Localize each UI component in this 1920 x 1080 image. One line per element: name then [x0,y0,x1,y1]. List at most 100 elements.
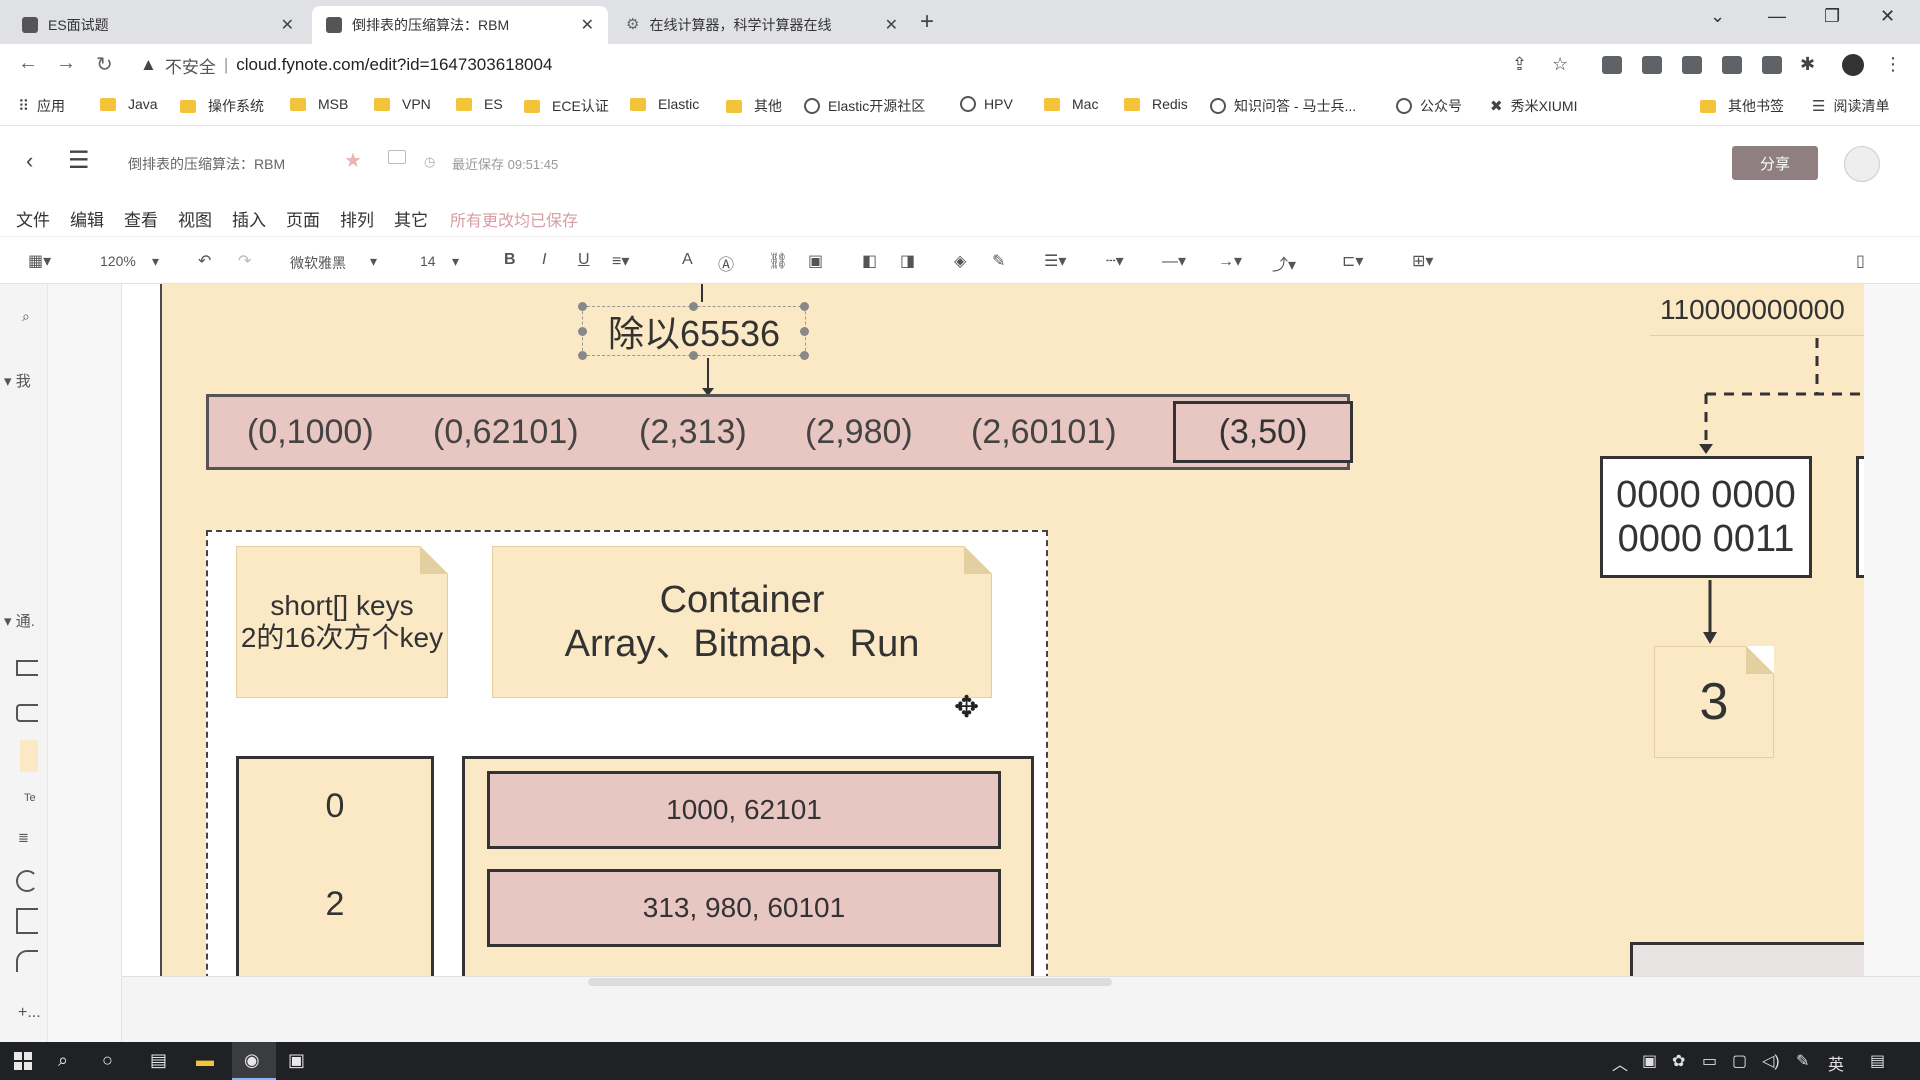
keys-note[interactable]: short[] keys 2的16次方个key [236,546,448,698]
search-icon[interactable]: ⌕ [22,308,30,325]
search-icon[interactable]: ⌕ [58,1050,68,1071]
heading-shape-icon[interactable]: ≣ [18,830,29,846]
send-back-icon[interactable]: ◨ [900,251,915,271]
back-arrow-icon[interactable]: ‹ [26,148,33,174]
minimize-button[interactable]: — [1768,6,1786,27]
align-icon[interactable]: ≡▾ [612,251,629,271]
bookmark-link[interactable]: Elastic开源社区 [804,96,925,116]
arrow-style-icon[interactable]: →▾ [1218,251,1242,271]
reload-icon[interactable]: ↻ [96,52,113,77]
network-icon[interactable]: ▢ [1732,1051,1747,1071]
folder-icon[interactable] [388,150,406,164]
resize-handle[interactable] [578,351,587,360]
extension-icon[interactable] [1682,56,1702,74]
chevron-down-icon[interactable]: ▾ [152,253,159,270]
resize-handle[interactable] [578,302,587,311]
bookmark-link[interactable]: 知识问答 - 马士兵... [1210,96,1356,116]
puzzle-icon[interactable]: ✱ [1800,54,1820,74]
binary-box[interactable]: 0000 0000 0000 0011 [1600,456,1812,578]
chevron-down-icon[interactable]: ▾ [452,253,459,270]
volume-icon[interactable]: ◁) [1762,1051,1780,1071]
close-window-button[interactable]: ✕ [1880,6,1895,27]
avatar[interactable] [1844,146,1880,182]
partial-box[interactable] [1856,456,1864,578]
bookmark-folder[interactable]: ES [456,96,503,112]
bring-front-icon[interactable]: ◧ [862,251,877,271]
container-values[interactable]: 1000, 62101 [487,771,1001,849]
resize-handle[interactable] [800,351,809,360]
link-icon[interactable]: ⛓ [768,251,788,271]
key-pairs-row[interactable]: (0,1000) (0,62101) (2,313) (2,980) (2,60… [206,394,1353,470]
section-mine[interactable]: ▾ 我 [4,370,31,391]
menu-file[interactable]: 文件 [16,206,50,231]
tray-icon[interactable]: ✿ [1672,1051,1685,1071]
bold-icon[interactable]: B [504,251,516,269]
windows-start-icon[interactable] [14,1052,32,1070]
line-type-icon[interactable]: —▾ [1162,251,1186,271]
bookmark-link[interactable]: HPV [960,96,1013,112]
section-general[interactable]: ▾ 通. [4,610,35,631]
bookmark-star-icon[interactable]: ☆ [1552,54,1572,74]
battery-icon[interactable]: ▭ [1702,1051,1717,1071]
fill-color-icon[interactable]: ◈ [954,251,966,271]
connector-icon[interactable]: ⤴▾ [1272,251,1296,275]
bookmark-folder[interactable]: ECE认证 [524,96,609,116]
rounded-rect-shape-icon[interactable] [16,704,38,722]
close-icon[interactable]: ✕ [885,15,898,35]
task-view-icon[interactable]: ○ [102,1050,113,1071]
hamburger-menu-icon[interactable]: ☰ [68,146,90,175]
zoom-select[interactable]: 120% [100,253,136,269]
more-icon[interactable]: ⋮ [1884,54,1904,74]
container-values[interactable]: 313, 980, 60101 [487,869,1001,947]
close-icon[interactable]: ✕ [581,15,594,35]
bookmark-folder[interactable]: MSB [290,96,348,112]
font-size-select[interactable]: 14 [420,253,436,269]
share-page-icon[interactable]: ⇪ [1512,54,1532,74]
new-tab-button[interactable]: + [920,8,934,36]
result-note[interactable]: 3 [1654,646,1774,758]
square-shape-icon[interactable] [16,908,38,934]
notification-icon[interactable]: ▤ [1870,1051,1885,1071]
app-icon[interactable]: ▤ [150,1050,167,1071]
layout-panel-icon[interactable]: ▦▾ [28,251,51,271]
arc-shape-icon[interactable] [16,950,38,972]
share-button[interactable]: 分享 [1732,146,1818,180]
more-shapes-button[interactable]: +... [18,1004,41,1022]
diagram-canvas[interactable]: 除以65536 (0,1000) (0,62101) (2,313) (2,98… [160,284,1864,976]
document-title[interactable]: 倒排表的压缩算法：RBM [128,154,285,174]
reading-list[interactable]: ☰ 阅读清单 [1812,96,1889,116]
redo-icon[interactable]: ↷ [238,251,251,271]
extension-icon[interactable] [1602,56,1622,74]
resize-handle[interactable] [689,351,698,360]
extension-icon[interactable] [1642,56,1662,74]
menu-other[interactable]: 其它 [394,206,428,231]
binary-number-note[interactable]: 110000000000 [1650,284,1864,336]
tab-rbm[interactable]: 倒排表的压缩算法：RBM ✕ [312,6,608,44]
bookmark-folder[interactable]: VPN [374,96,431,112]
url-field[interactable]: ▲ 不安全 | cloud.fynote.com/edit?id=1647303… [140,50,1510,80]
image-icon[interactable]: ▣ [808,251,823,271]
rectangle-shape-icon[interactable] [16,660,38,676]
menu-arrange[interactable]: 排列 [340,206,374,231]
container-note[interactable]: Container Array、Bitmap、Run [492,546,992,698]
line-color-icon[interactable]: ✎ [992,251,1005,271]
pen-icon[interactable]: ✎ [1796,1051,1809,1071]
bookmark-folder[interactable]: Redis [1124,96,1188,112]
file-explorer-icon[interactable]: ▬ [196,1050,214,1071]
note-shape-icon[interactable] [20,740,38,772]
resize-handle[interactable] [800,302,809,311]
bookmark-link[interactable]: ✖ 秀米XIUMI [1490,96,1577,116]
star-icon[interactable]: ★ [344,148,362,173]
forward-icon[interactable]: → [56,52,76,75]
font-family-select[interactable]: 微软雅黑 [290,253,346,273]
underline-icon[interactable]: U [578,251,590,269]
pair-item-highlight[interactable]: (3,50) [1173,401,1353,463]
text-background-icon[interactable]: Ⓐ [718,251,734,275]
undo-icon[interactable]: ↶ [198,251,211,271]
resize-handle[interactable] [689,302,698,311]
resize-handle[interactable] [578,327,587,336]
keys-column[interactable]: 0 2 [236,756,434,976]
chrome-icon[interactable]: ◉ [244,1050,260,1071]
extension-icon[interactable] [1762,56,1782,74]
bookmark-link[interactable]: 公众号 [1396,96,1462,116]
